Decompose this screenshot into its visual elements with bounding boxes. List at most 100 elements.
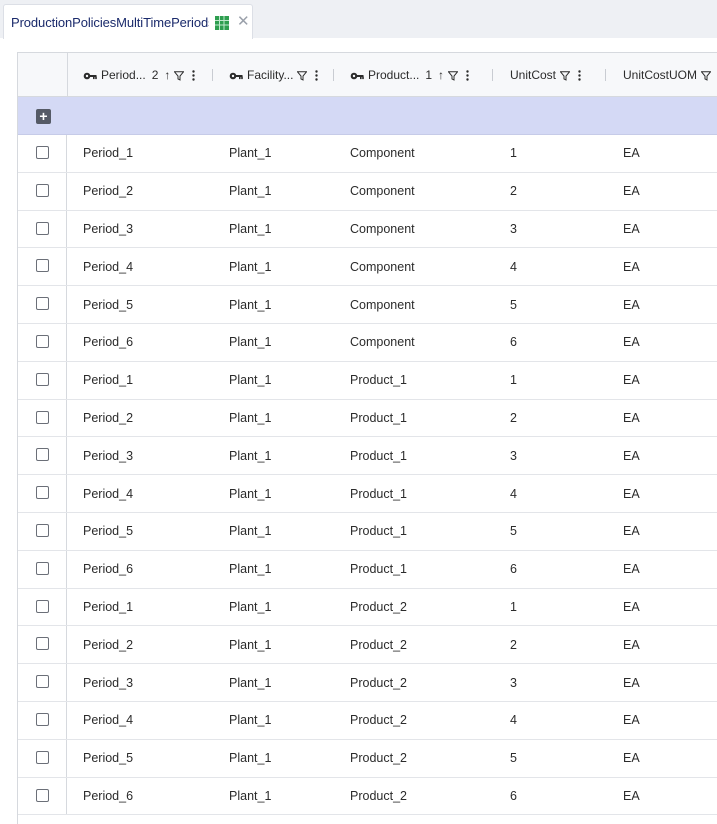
cell-period[interactable]: Period_6 — [83, 324, 133, 361]
row-checkbox[interactable] — [36, 410, 49, 424]
column-header-product[interactable]: Product... 1 ↑ — [350, 53, 469, 97]
cell-product[interactable]: Product_1 — [350, 513, 407, 550]
column-header-unitcostuom[interactable]: UnitCostUOM — [623, 53, 712, 97]
cell-unitcost[interactable]: 3 — [510, 211, 517, 248]
sort-ascending-icon[interactable]: ↑ — [164, 68, 170, 82]
cell-unitcostuom[interactable]: EA — [623, 437, 640, 474]
cell-period[interactable]: Period_4 — [83, 475, 133, 512]
cell-facility[interactable]: Plant_1 — [229, 702, 271, 739]
cell-unitcostuom[interactable]: EA — [623, 551, 640, 588]
cell-unitcostuom[interactable]: EA — [623, 211, 640, 248]
row-checkbox[interactable] — [36, 523, 49, 537]
cell-unitcostuom[interactable]: EA — [623, 362, 640, 399]
cell-product[interactable]: Product_1 — [350, 437, 407, 474]
cell-facility[interactable]: Plant_1 — [229, 400, 271, 437]
cell-period[interactable]: Period_1 — [83, 362, 133, 399]
cell-unitcost[interactable]: 4 — [510, 702, 517, 739]
cell-period[interactable]: Period_4 — [83, 248, 133, 285]
cell-unitcostuom[interactable]: EA — [623, 513, 640, 550]
cell-facility[interactable]: Plant_1 — [229, 286, 271, 323]
cell-facility[interactable]: Plant_1 — [229, 248, 271, 285]
cell-unitcostuom[interactable]: EA — [623, 248, 640, 285]
cell-unitcostuom[interactable]: EA — [623, 589, 640, 626]
row-checkbox[interactable] — [36, 221, 49, 235]
cell-product[interactable]: Product_2 — [350, 778, 407, 815]
cell-product[interactable]: Product_1 — [350, 475, 407, 512]
cell-unitcost[interactable]: 5 — [510, 513, 517, 550]
column-header-facility[interactable]: Facility... — [229, 53, 319, 97]
cell-period[interactable]: Period_3 — [83, 664, 133, 701]
cell-facility[interactable]: Plant_1 — [229, 513, 271, 550]
cell-unitcostuom[interactable]: EA — [623, 475, 640, 512]
cell-facility[interactable]: Plant_1 — [229, 589, 271, 626]
close-icon[interactable]: ✕ — [237, 14, 250, 30]
table-row[interactable]: Period_5 Plant_1 Product_2 5 EA — [18, 739, 717, 778]
row-checkbox[interactable] — [36, 372, 49, 386]
cell-product[interactable]: Component — [350, 286, 415, 323]
row-checkbox[interactable] — [36, 259, 49, 273]
cell-period[interactable]: Period_4 — [83, 702, 133, 739]
row-checkbox[interactable] — [36, 788, 49, 802]
row-checkbox[interactable] — [36, 297, 49, 311]
cell-product[interactable]: Component — [350, 135, 415, 172]
column-resize-handle[interactable] — [492, 69, 493, 81]
table-row[interactable]: Period_2 Plant_1 Component 2 EA — [18, 172, 717, 211]
cell-period[interactable]: Period_1 — [83, 589, 133, 626]
cell-unitcost[interactable]: 2 — [510, 626, 517, 663]
cell-unitcost[interactable]: 3 — [510, 437, 517, 474]
row-checkbox[interactable] — [36, 448, 49, 462]
cell-unitcost[interactable]: 1 — [510, 589, 517, 626]
filter-icon[interactable] — [173, 70, 185, 81]
cell-unitcostuom[interactable]: EA — [623, 664, 640, 701]
cell-unitcostuom[interactable]: EA — [623, 400, 640, 437]
row-checkbox[interactable] — [36, 712, 49, 726]
row-checkbox[interactable] — [36, 561, 49, 575]
cell-product[interactable]: Product_2 — [350, 589, 407, 626]
cell-period[interactable]: Period_5 — [83, 740, 133, 777]
table-row[interactable]: Period_4 Plant_1 Component 4 EA — [18, 248, 717, 287]
row-checkbox[interactable] — [36, 599, 49, 613]
cell-unitcost[interactable]: 1 — [510, 135, 517, 172]
column-menu-icon[interactable] — [315, 69, 319, 81]
cell-facility[interactable]: Plant_1 — [229, 437, 271, 474]
filter-icon[interactable] — [700, 70, 712, 81]
cell-facility[interactable]: Plant_1 — [229, 173, 271, 210]
table-row[interactable]: Period_4 Plant_1 Product_1 4 EA — [18, 475, 717, 513]
table-row[interactable]: Period_4 Plant_1 Product_2 4 EA — [18, 701, 717, 740]
row-checkbox[interactable] — [36, 334, 49, 348]
row-checkbox[interactable] — [36, 146, 49, 159]
cell-period[interactable]: Period_5 — [83, 286, 133, 323]
cell-unitcost[interactable]: 4 — [510, 475, 517, 512]
column-menu-icon[interactable] — [466, 69, 469, 81]
cell-unitcost[interactable]: 6 — [510, 324, 517, 361]
cell-product[interactable]: Product_2 — [350, 740, 407, 777]
column-header-period[interactable]: Period... 2 ↑ — [83, 53, 196, 97]
cell-product[interactable]: Component — [350, 248, 415, 285]
cell-product[interactable]: Product_1 — [350, 400, 407, 437]
cell-unitcost[interactable]: 2 — [510, 173, 517, 210]
cell-product[interactable]: Component — [350, 173, 415, 210]
cell-period[interactable]: Period_3 — [83, 211, 133, 248]
table-row[interactable]: Period_6 Plant_1 Product_2 6 EA — [18, 777, 717, 816]
table-row[interactable]: Period_5 Plant_1 Component 5 EA — [18, 286, 717, 324]
column-resize-handle[interactable] — [333, 69, 334, 81]
cell-unitcost[interactable]: 2 — [510, 400, 517, 437]
cell-facility[interactable]: Plant_1 — [229, 626, 271, 663]
cell-unitcost[interactable]: 1 — [510, 362, 517, 399]
cell-unitcostuom[interactable]: EA — [623, 626, 640, 663]
cell-product[interactable]: Product_2 — [350, 626, 407, 663]
column-menu-icon[interactable] — [192, 69, 196, 81]
cell-unitcostuom[interactable]: EA — [623, 702, 640, 739]
table-row[interactable]: Period_2 Plant_1 Product_1 2 EA — [18, 399, 717, 438]
cell-unitcost[interactable]: 6 — [510, 778, 517, 815]
table-row[interactable]: Period_3 Plant_1 Component 3 EA — [18, 210, 717, 249]
plus-icon[interactable]: + — [36, 109, 51, 124]
sort-ascending-icon[interactable]: ↑ — [438, 68, 444, 82]
cell-period[interactable]: Period_3 — [83, 437, 133, 474]
cell-facility[interactable]: Plant_1 — [229, 475, 271, 512]
row-checkbox[interactable] — [36, 675, 49, 689]
cell-unitcostuom[interactable]: EA — [623, 778, 640, 815]
cell-unitcostuom[interactable]: EA — [623, 740, 640, 777]
cell-unitcost[interactable]: 6 — [510, 551, 517, 588]
cell-product[interactable]: Product_1 — [350, 551, 407, 588]
